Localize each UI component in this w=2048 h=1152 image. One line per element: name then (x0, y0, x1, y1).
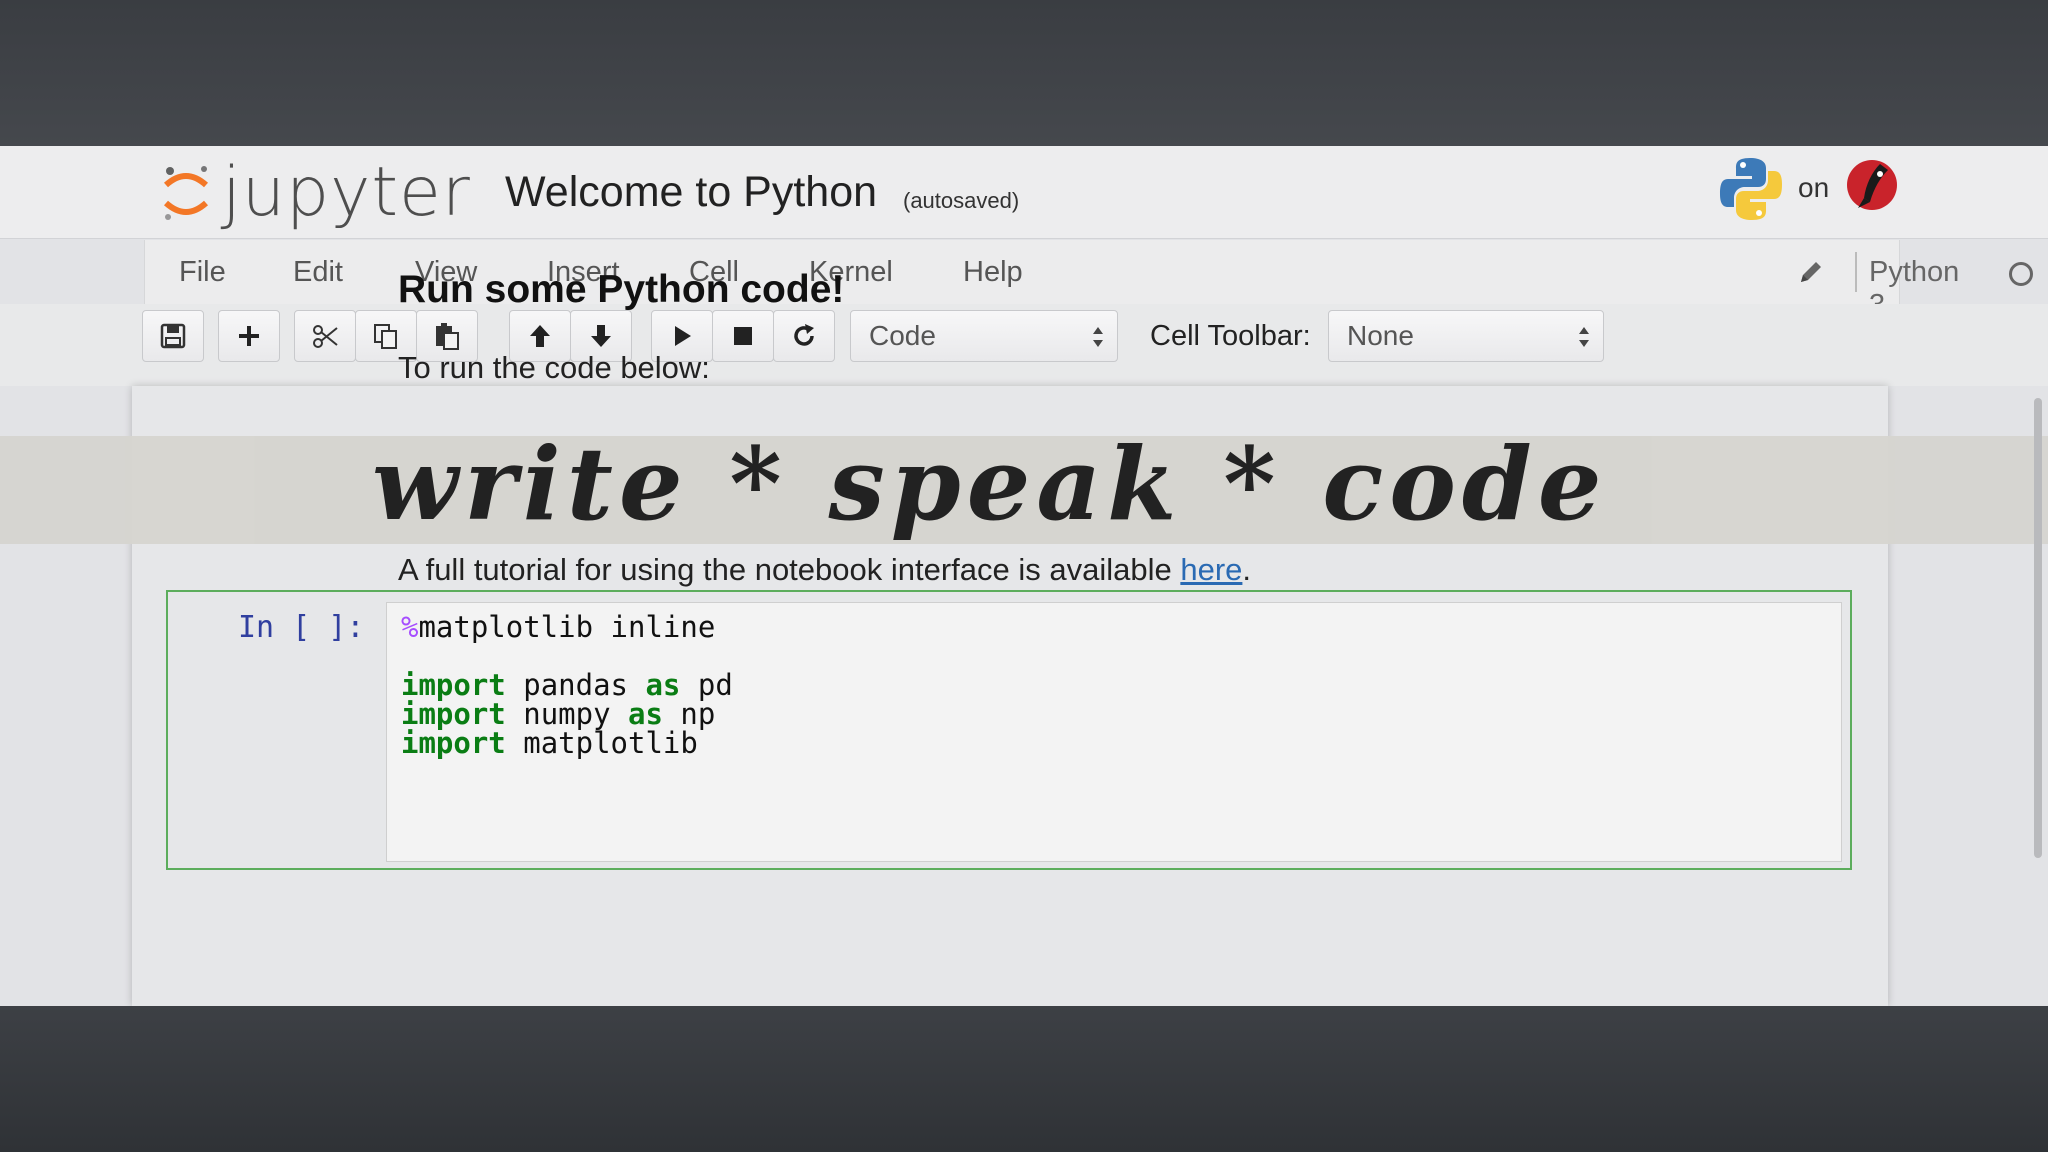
insert-cell-button[interactable] (218, 310, 280, 362)
code-editor[interactable]: %matplotlib inline import pandas as pd i… (386, 602, 1842, 862)
cell-toolbar-value: None (1347, 320, 1414, 351)
select-arrows-icon (1579, 327, 1589, 347)
overlay-banner: write * speak * code (0, 425, 2048, 544)
magic-symbol: % (401, 610, 419, 644)
cell-type-value: Code (869, 320, 936, 351)
interrupt-button[interactable] (712, 310, 774, 362)
stop-icon (734, 327, 752, 345)
insert-group (218, 310, 280, 362)
scissors-icon (313, 325, 338, 348)
jupyter-logo-icon (160, 163, 212, 223)
header: jupyter Welcome to Python (autosaved) on (0, 146, 2048, 239)
cell-prompt: In [ ]: (238, 610, 365, 645)
cell-toolbar-label: Cell Toolbar: (1150, 320, 1311, 352)
banner-text: write * speak * code (372, 425, 1608, 543)
jupyter-logo[interactable]: jupyter (160, 158, 471, 228)
kernel-status-icon (2009, 262, 2033, 286)
save-icon (160, 323, 186, 349)
markdown-intro: To run the code below: (398, 350, 710, 385)
play-icon (675, 326, 691, 346)
chalkboard-top (0, 0, 2048, 146)
menu-file[interactable]: File (179, 256, 226, 289)
chalkboard-bottom (0, 1006, 2048, 1152)
menu-help[interactable]: Help (963, 256, 1023, 289)
module-name: matplotlib (523, 726, 698, 760)
code-line: import numpy as np (401, 700, 1827, 729)
markdown-heading: Run some Python code! (398, 268, 845, 311)
keyword: import (401, 726, 506, 760)
copy-icon (374, 324, 397, 349)
arrow-down-icon (591, 325, 611, 347)
scrollbar[interactable] (2034, 398, 2042, 858)
cell-type-select[interactable]: Code (850, 310, 1118, 362)
cell-toolbar-select[interactable]: None (1328, 310, 1604, 362)
tutorial-prefix: A full tutorial for using the notebook i… (398, 552, 1181, 587)
code-line: import matplotlib (401, 729, 1827, 758)
tutorial-suffix: . (1242, 552, 1252, 587)
tutorial-link[interactable]: here (1180, 552, 1242, 587)
notebook-title[interactable]: Welcome to Python (505, 168, 877, 217)
jupyter-wordmark: jupyter (222, 153, 471, 232)
autosave-status: (autosaved) (903, 188, 1020, 213)
arrow-up-icon (530, 325, 550, 347)
cut-button[interactable] (294, 310, 356, 362)
magic-command: matplotlib inline (418, 610, 716, 644)
paste-icon (436, 323, 459, 350)
kernel-divider (1855, 252, 1857, 292)
pencil-icon[interactable] (1797, 258, 1825, 286)
tutorial-text: A full tutorial for using the notebook i… (398, 552, 1251, 588)
restart-icon (794, 324, 814, 346)
save-button[interactable] (142, 310, 204, 362)
python-logo-icon (1718, 156, 1784, 222)
rocket-logo-icon (1846, 158, 1898, 212)
select-arrows-icon (1093, 327, 1103, 347)
menu-edit[interactable]: Edit (293, 256, 343, 289)
code-line: %matplotlib inline (401, 613, 1827, 642)
save-group (142, 310, 204, 362)
plus-icon (239, 326, 259, 346)
code-line: import pandas as pd (401, 671, 1827, 700)
on-label: on (1798, 172, 1830, 203)
restart-button[interactable] (773, 310, 835, 362)
